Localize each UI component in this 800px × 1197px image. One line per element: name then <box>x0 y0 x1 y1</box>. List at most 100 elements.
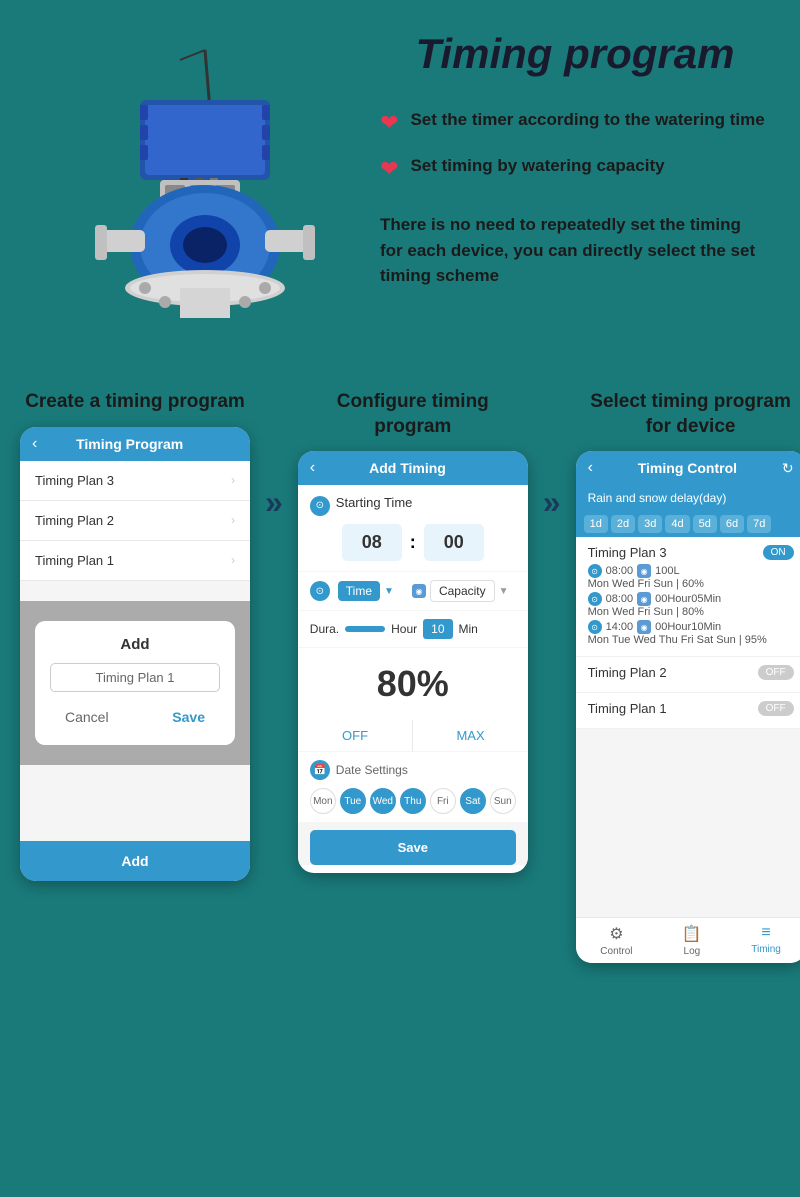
plan-3-detail-3: ⊙ 14:00 ◉ 00Hour10Min <box>588 620 794 634</box>
arrow-2: » <box>543 490 561 516</box>
detail-1-time: 08:00 <box>606 565 634 577</box>
detail-2-cap: 00Hour05Min <box>655 593 721 605</box>
timing-list-item-3[interactable]: Timing Plan 3 › <box>20 461 250 501</box>
time-select-group: Time ▼ <box>338 581 394 601</box>
timing-icon: ≡ <box>761 924 770 942</box>
timing-plan-2-label: Timing Plan 2 <box>35 513 114 528</box>
plan-2-header: Timing Plan 2 OFF <box>588 665 794 680</box>
modal-cancel-button[interactable]: Cancel <box>50 704 124 730</box>
phone-1-add-button[interactable]: Add <box>20 841 250 881</box>
time-icon-1: ⊙ <box>588 564 602 578</box>
day-tab-3d[interactable]: 3d <box>638 515 662 533</box>
day-fri[interactable]: Fri <box>430 788 456 814</box>
day-tabs-row: 1d 2d 3d 4d 5d 6d 7d <box>576 511 800 537</box>
plan-3-header: Timing Plan 3 ON <box>588 545 794 560</box>
plan-1-header: Timing Plan 1 OFF <box>588 701 794 716</box>
dura-input[interactable] <box>345 626 385 632</box>
time-dropdown-icon: ▼ <box>384 586 394 597</box>
time-capacity-row: ⊙ Time ▼ ◉ Capacity ▼ <box>298 572 528 610</box>
phone-3-nav: ⚙ Control 📋 Log ≡ Timing <box>576 917 800 963</box>
dura-label: Dura. <box>310 622 339 636</box>
min-label: Min <box>459 622 478 636</box>
day-tab-7d[interactable]: 7d <box>747 515 771 533</box>
time-icon-3: ⊙ <box>588 620 602 634</box>
day-tab-6d[interactable]: 6d <box>720 515 744 533</box>
nav-log[interactable]: 📋 Log <box>682 924 702 957</box>
chevron-icon-2: › <box>231 513 235 527</box>
step-3-title: Select timing program for device <box>576 390 800 439</box>
day-sun[interactable]: Sun <box>490 788 516 814</box>
capacity-select-btn[interactable]: Capacity <box>430 580 495 602</box>
timing-list-item-1[interactable]: Timing Plan 1 › <box>20 541 250 581</box>
off-button[interactable]: OFF <box>298 720 414 751</box>
log-label: Log <box>684 946 701 957</box>
product-image-area <box>30 30 360 350</box>
phone-3-subheader: Rain and snow delay(day) 1d 2d 3d 4d 5d … <box>576 485 800 537</box>
day-tab-2d[interactable]: 2d <box>611 515 635 533</box>
percent-display: 80% <box>298 648 528 720</box>
max-button[interactable]: MAX <box>413 720 528 751</box>
phone-1-body: Timing Plan 3 › Timing Plan 2 › Timing P… <box>20 461 250 841</box>
phone-1-header: ‹ Timing Program <box>20 427 250 461</box>
time-display: 08 : 00 <box>310 524 516 561</box>
log-icon: 📋 <box>682 924 702 944</box>
feature-item-2: ❤ Set timing by watering capacity <box>380 154 770 182</box>
day-mon[interactable]: Mon <box>310 788 336 814</box>
double-arrow-icon-1: » <box>265 490 283 516</box>
min-input[interactable]: 10 <box>423 619 452 639</box>
plan-3-schedule-1: Mon Wed Fri Sun | 60% <box>588 578 794 590</box>
capacity-select-group: ◉ Capacity ▼ <box>412 580 509 602</box>
day-wed[interactable]: Wed <box>370 788 396 814</box>
detail-3-cap: 00Hour10Min <box>655 621 721 633</box>
hour-label: Hour <box>391 622 417 636</box>
phone-2-mockup: ‹ Add Timing ⊙ Starting Time 08 : <box>298 451 528 873</box>
cap-icon-1: ◉ <box>637 564 651 578</box>
nav-timing[interactable]: ≡ Timing <box>751 924 781 957</box>
bottom-section: Create a timing program ‹ Timing Program… <box>0 370 800 993</box>
phone-3-header: ‹ Timing Control ↻ <box>576 451 800 485</box>
time-select-btn[interactable]: Time <box>338 581 380 601</box>
right-content: Timing program ❤ Set the timer according… <box>360 30 770 289</box>
plan-3-name: Timing Plan 3 <box>588 545 667 560</box>
day-tab-5d[interactable]: 5d <box>693 515 717 533</box>
timing-list-item-2[interactable]: Timing Plan 2 › <box>20 501 250 541</box>
days-row: Mon Tue Wed Thu Fri Sat Sun <box>310 788 516 814</box>
refresh-icon[interactable]: ↻ <box>782 460 794 477</box>
nav-control[interactable]: ⚙ Control <box>600 924 632 957</box>
minute-box[interactable]: 00 <box>424 524 484 561</box>
day-sat[interactable]: Sat <box>460 788 486 814</box>
step-1-title: Create a timing program <box>25 390 245 415</box>
day-tab-4d[interactable]: 4d <box>665 515 689 533</box>
plan-2-name: Timing Plan 2 <box>588 665 667 680</box>
phone-3-mockup: ‹ Timing Control ↻ Rain and snow delay(d… <box>576 451 800 963</box>
clock-icon: ⊙ <box>310 496 330 516</box>
hour-box[interactable]: 08 <box>342 524 402 561</box>
capacity-dropdown-icon: ▼ <box>499 586 509 597</box>
chevron-icon-3: › <box>231 473 235 487</box>
plan-3-row: Timing Plan 3 ON ⊙ 08:00 ◉ 100L Mon Wed … <box>576 537 800 657</box>
plan-3-toggle[interactable]: ON <box>763 545 794 560</box>
day-tue[interactable]: Tue <box>340 788 366 814</box>
arrow-1: » <box>265 490 283 516</box>
control-label: Control <box>600 946 632 957</box>
modal-plan-input[interactable]: Timing Plan 1 <box>50 663 220 692</box>
add-modal: Add Timing Plan 1 Cancel Save <box>35 621 235 745</box>
capacity-icon: ◉ <box>412 584 426 598</box>
modal-save-button[interactable]: Save <box>157 704 220 730</box>
feature-text-1: Set the timer according to the watering … <box>410 108 764 132</box>
phone-2-body: ⊙ Starting Time 08 : 00 ⊙ Time <box>298 485 528 865</box>
plan-2-toggle[interactable]: OFF <box>758 665 794 680</box>
phone-3-body: Timing Plan 3 ON ⊙ 08:00 ◉ 100L Mon Wed … <box>576 537 800 917</box>
detail-3-time: 14:00 <box>606 621 634 633</box>
step-2: Configure timing program ‹ Add Timing ⊙ … <box>298 390 528 873</box>
day-tab-1d[interactable]: 1d <box>584 515 608 533</box>
description-text: There is no need to repeatedly set the t… <box>380 212 770 289</box>
cap-icon-2: ◉ <box>637 592 651 606</box>
plan-3-schedule-3: Mon Tue Wed Thu Fri Sat Sun | 95% <box>588 634 794 646</box>
plan-1-toggle[interactable]: OFF <box>758 701 794 716</box>
detail-2-time: 08:00 <box>606 593 634 605</box>
day-thu[interactable]: Thu <box>400 788 426 814</box>
modal-add-title: Add <box>50 636 220 653</box>
phone-2-save-button[interactable]: Save <box>310 830 516 865</box>
plan-1-name: Timing Plan 1 <box>588 701 667 716</box>
